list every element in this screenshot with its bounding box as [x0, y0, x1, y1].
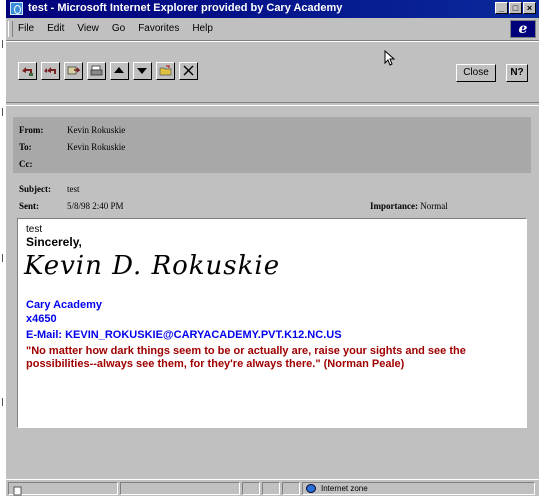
subject-row: Subject: test — [19, 184, 80, 194]
cc-row: Cc: — [19, 159, 67, 169]
cc-label: Cc: — [19, 159, 33, 169]
extension: x4650 — [26, 313, 57, 325]
menu-edit[interactable]: Edit — [47, 23, 64, 34]
toolbar-divider — [6, 102, 539, 106]
menu-bar: File Edit View Go Favorites Help e — [6, 18, 539, 41]
edge-mark — [2, 254, 3, 262]
message-header-box: From: Kevin Rokuskie To: Kevin Rokuskie Cc… — [13, 117, 531, 173]
message-body[interactable]: test Sincerely, Kevin D. Rokuskie Cary A… — [17, 218, 527, 428]
menu-favorites[interactable]: Favorites — [138, 23, 179, 34]
from-row: From: Kevin Rokuskie — [19, 125, 125, 135]
ie-window-icon[interactable] — [10, 2, 23, 15]
window-title: test - Microsoft Internet Explorer provi… — [28, 2, 343, 14]
importance-value: Normal — [420, 201, 448, 211]
status-cell — [242, 482, 260, 495]
status-zone: Internet zone — [302, 482, 535, 495]
status-progress — [120, 482, 240, 495]
edge-mark — [2, 398, 3, 406]
sent-label: Sent: — [19, 201, 39, 211]
to-label: To: — [19, 142, 32, 152]
page-icon — [13, 486, 22, 496]
next-icon[interactable] — [133, 62, 152, 80]
menu-file[interactable]: File — [18, 23, 34, 34]
edge-mark — [2, 40, 3, 48]
previous-icon[interactable] — [110, 62, 129, 80]
status-cell — [262, 482, 280, 495]
globe-icon — [306, 484, 316, 493]
browser-window: test - Microsoft Internet Explorer provi… — [0, 0, 539, 496]
print-icon[interactable] — [87, 62, 106, 80]
subject-value: test — [67, 184, 80, 194]
reply-icon[interactable] — [18, 62, 37, 80]
status-cell — [282, 482, 300, 495]
sent-value: 5/8/98 2:40 PM — [67, 201, 124, 211]
signature: Kevin D. Rokuskie — [24, 251, 281, 281]
delete-icon[interactable] — [179, 62, 198, 80]
from-label: From: — [19, 125, 44, 135]
maximize-button[interactable]: □ — [509, 2, 522, 14]
title-bar[interactable]: test - Microsoft Internet Explorer provi… — [6, 0, 539, 18]
body-closing: Sincerely, — [26, 235, 82, 249]
importance-label: Importance: — [370, 201, 418, 211]
menu-view[interactable]: View — [77, 23, 99, 34]
subject-label: Subject: — [19, 184, 51, 194]
close-button[interactable]: Close — [456, 64, 496, 82]
status-main — [8, 482, 118, 496]
from-value: Kevin Rokuskie — [67, 125, 126, 135]
menu-grip[interactable] — [8, 21, 13, 37]
help-button[interactable]: N? — [506, 64, 528, 82]
email-line: E-Mail: KEVIN_ROKUSKIE@CARYACADEMY.PVT.K… — [26, 329, 342, 341]
forward-icon[interactable] — [64, 62, 83, 80]
importance-row: Importance: Normal — [370, 201, 448, 211]
message-toolbar: Close N? — [6, 41, 539, 102]
reply-all-icon[interactable] — [41, 62, 60, 80]
menu-help[interactable]: Help — [192, 23, 213, 34]
quote-text: "No matter how dark things seem to be or… — [26, 345, 466, 370]
to-value: Kevin Rokuskie — [67, 142, 126, 152]
to-row: To: Kevin Rokuskie — [19, 142, 125, 152]
move-to-folder-icon[interactable] — [156, 62, 175, 80]
zone-label: Internet zone — [321, 484, 368, 493]
status-bar: Internet zone — [6, 479, 539, 496]
org-name: Cary Academy — [26, 299, 103, 311]
minimize-button[interactable]: _ — [495, 2, 508, 14]
ie-logo-icon: e — [510, 20, 536, 38]
edge-mark — [2, 108, 3, 116]
mouse-cursor-icon — [384, 50, 396, 66]
close-window-button[interactable]: × — [523, 2, 536, 14]
menu-go[interactable]: Go — [112, 23, 125, 34]
sent-row: Sent: 5/8/98 2:40 PM — [19, 201, 124, 211]
body-first-line: test — [26, 224, 43, 235]
